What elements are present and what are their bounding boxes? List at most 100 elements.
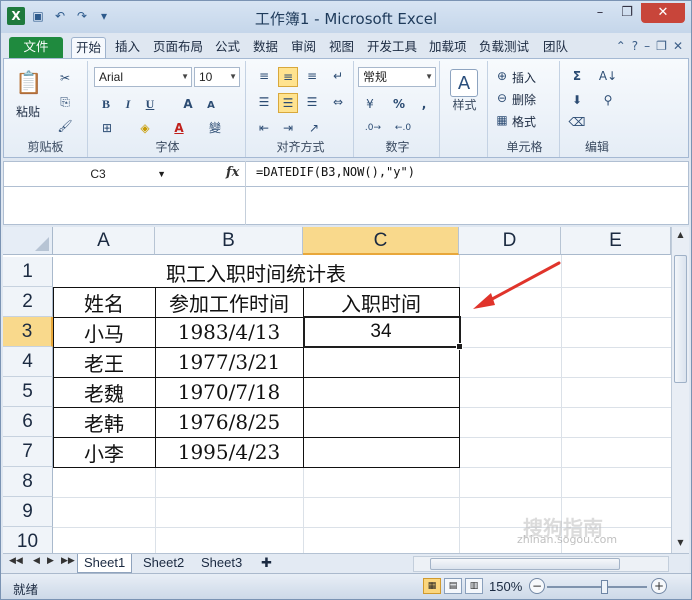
row-header-4[interactable]: 4 — [3, 347, 53, 377]
header-work-date[interactable]: 参加工作时间 — [155, 287, 303, 317]
percent-button[interactable]: % — [390, 95, 408, 113]
phonetic-guide-button[interactable]: 變 — [206, 119, 224, 137]
tab-page-layout[interactable]: 页面布局 — [149, 37, 207, 59]
tab-team[interactable]: 团队 — [539, 37, 572, 59]
number-format-select[interactable]: 常规 ▼ — [358, 67, 436, 87]
collapse-ribbon-icon[interactable]: ⌃ — [616, 39, 626, 53]
cell-years[interactable] — [303, 347, 459, 377]
tab-load-test[interactable]: 负载测试 — [475, 37, 533, 59]
row-header-5[interactable]: 5 — [3, 377, 53, 407]
help-icon[interactable]: ? — [632, 39, 638, 53]
copy-icon[interactable]: ⎘ — [56, 93, 74, 111]
grow-font-button[interactable]: A — [180, 95, 196, 113]
cell-date[interactable]: 1976/8/25 — [155, 407, 303, 437]
tab-file[interactable]: 文件 — [9, 37, 63, 59]
row-header-6[interactable]: 6 — [3, 407, 53, 437]
borders-icon[interactable]: ⊞ — [98, 119, 116, 137]
page-break-view-icon[interactable]: ▥ — [465, 578, 483, 594]
cut-icon[interactable]: ✂ — [56, 69, 74, 87]
tab-developer[interactable]: 开发工具 — [363, 37, 421, 59]
insert-function-button[interactable]: fx — [226, 165, 239, 180]
restore-icon[interactable]: ❐ — [614, 3, 640, 23]
cell-name[interactable]: 老韩 — [53, 407, 155, 437]
minimize-workbook-icon[interactable]: – — [644, 39, 650, 53]
format-cells-button[interactable]: 格式 — [512, 113, 536, 130]
select-all-corner[interactable] — [3, 227, 53, 255]
cell-date[interactable]: 1983/4/13 — [155, 317, 303, 347]
cell-date[interactable]: 1995/4/23 — [155, 437, 303, 467]
row-header-2[interactable]: 2 — [3, 287, 53, 317]
tab-insert[interactable]: 插入 — [111, 37, 144, 59]
tab-data[interactable]: 数据 — [249, 37, 282, 59]
align-bottom-icon[interactable]: ≡ — [302, 67, 322, 85]
delete-cells-button[interactable]: 删除 — [512, 91, 536, 108]
sheet-tab-sheet1[interactable]: Sheet1 — [77, 554, 133, 573]
horizontal-scrollbar[interactable] — [413, 556, 669, 572]
cell-name[interactable]: 小李 — [53, 437, 155, 467]
first-sheet-icon[interactable]: ◀◀ — [9, 556, 23, 566]
zoom-out-icon[interactable]: − — [529, 578, 545, 594]
decrease-indent-icon[interactable]: ⇤ — [254, 119, 274, 137]
fill-color-icon[interactable]: ◈ — [136, 119, 154, 137]
delete-cells-icon[interactable]: ⊖ — [494, 89, 510, 107]
next-sheet-icon[interactable]: ▶ — [47, 556, 54, 566]
orientation-icon[interactable]: ↗ — [304, 119, 324, 137]
page-layout-view-icon[interactable]: ▤ — [444, 578, 462, 594]
header-tenure[interactable]: 入职时间 — [303, 287, 459, 317]
zoom-level[interactable]: 150% — [489, 579, 522, 594]
horizontal-scroll-thumb[interactable] — [430, 558, 620, 570]
table-title[interactable]: 职工入职时间统计表 — [53, 257, 459, 287]
cell-years[interactable] — [303, 377, 459, 407]
fill-icon[interactable]: ⬇ — [568, 91, 586, 109]
insert-cells-button[interactable]: 插入 — [512, 69, 536, 86]
column-header-a[interactable]: A — [53, 227, 155, 255]
vertical-scrollbar[interactable]: ▲ ▼ — [671, 227, 689, 553]
insert-sheet-icon[interactable]: ✚ — [255, 554, 278, 573]
row-header-9[interactable]: 9 — [3, 497, 53, 527]
name-box[interactable]: C3 ▼ — [8, 163, 188, 185]
worksheet-grid[interactable]: A B C D E 1 2 3 4 5 6 7 8 9 10 职工入职时间统计表 — [3, 227, 671, 553]
cell-date[interactable]: 1970/7/18 — [155, 377, 303, 407]
cell-years[interactable] — [303, 437, 459, 467]
column-header-b[interactable]: B — [155, 227, 303, 255]
font-color-button[interactable]: A — [170, 119, 188, 137]
restore-workbook-icon[interactable]: ❐ — [656, 39, 667, 53]
decrease-decimal-icon[interactable]: ←.0 — [392, 119, 414, 137]
close-icon[interactable]: ✕ — [641, 3, 685, 23]
row-header-3[interactable]: 3 — [3, 317, 53, 347]
paste-icon[interactable]: 📋 — [14, 69, 44, 99]
shrink-font-button[interactable]: A — [204, 97, 218, 115]
scroll-down-icon[interactable]: ▼ — [672, 535, 689, 551]
row-header-8[interactable]: 8 — [3, 467, 53, 497]
insert-cells-icon[interactable]: ⊕ — [494, 67, 510, 85]
zoom-in-icon[interactable]: + — [651, 578, 667, 594]
tab-home[interactable]: 开始 — [71, 37, 107, 59]
merge-center-icon[interactable]: ⇔ — [328, 93, 348, 111]
align-middle-icon[interactable]: ≡ — [278, 67, 298, 87]
format-cells-icon[interactable]: ▦ — [494, 111, 510, 129]
increase-decimal-icon[interactable]: .0→ — [362, 119, 384, 137]
column-header-c[interactable]: C — [303, 227, 459, 255]
align-left-icon[interactable]: ☰ — [254, 93, 274, 111]
cell-name[interactable]: 老王 — [53, 347, 155, 377]
tab-formulas[interactable]: 公式 — [211, 37, 244, 59]
align-top-icon[interactable]: ≡ — [254, 67, 274, 85]
align-center-icon[interactable]: ☰ — [278, 93, 298, 113]
autosum-icon[interactable]: Σ — [568, 67, 586, 85]
wrap-text-icon[interactable]: ↵ — [328, 67, 348, 85]
italic-button[interactable]: I — [120, 95, 136, 113]
zoom-slider-handle[interactable] — [601, 580, 608, 594]
vertical-scroll-thumb[interactable] — [674, 255, 687, 383]
sheet-tab-sheet2[interactable]: Sheet2 — [137, 554, 190, 573]
cell-date[interactable]: 1977/3/21 — [155, 347, 303, 377]
tab-view[interactable]: 视图 — [325, 37, 358, 59]
format-painter-icon[interactable]: 🖌 — [56, 117, 74, 135]
underline-button[interactable]: U — [142, 95, 158, 113]
bold-button[interactable]: B — [98, 95, 114, 113]
minimize-icon[interactable]: – — [587, 3, 613, 23]
tab-review[interactable]: 审阅 — [287, 37, 320, 59]
scroll-up-icon[interactable]: ▲ — [672, 227, 689, 243]
formula-input[interactable]: =DATEDIF(B3,NOW(),"y") — [256, 165, 415, 179]
font-name-select[interactable]: Arial ▼ — [94, 67, 192, 87]
row-header-10[interactable]: 10 — [3, 527, 53, 553]
